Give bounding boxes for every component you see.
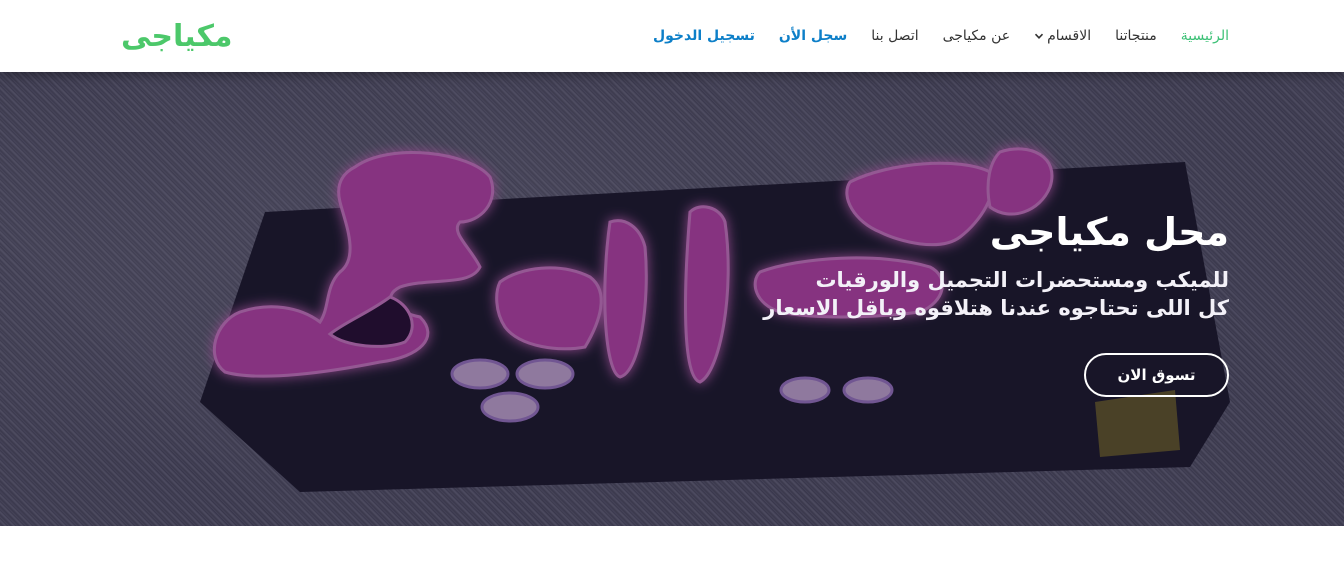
nav-item-login[interactable]: تسجيل الدخول (653, 28, 755, 44)
shop-now-button[interactable]: تسوق الان (1084, 353, 1229, 397)
nav-item-register[interactable]: سجل الأن (779, 28, 847, 44)
hero-subtitle-line1: للميكب ومستحضرات التجميل والورقيات (815, 268, 1229, 292)
nav-item-contact[interactable]: اتصل بنا (871, 28, 918, 44)
nav-item-products[interactable]: منتجاتنا (1115, 28, 1157, 44)
nav-item-about[interactable]: عن مكياجى (943, 28, 1011, 44)
hero-subtitle-line2: كل اللى تحتاجوه عندنا هتلاقوه وباقل الاس… (763, 296, 1229, 320)
nav-item-categories[interactable]: الاقسام (1034, 28, 1091, 44)
top-navbar: الرئيسية منتجاتنا الاقسام عن مكياجى اتصل… (0, 0, 1344, 72)
hero-text-block: محل مكياجى للميكب ومستحضرات التجميل والو… (669, 208, 1229, 322)
nav-item-home[interactable]: الرئيسية (1181, 28, 1229, 44)
nav-item-categories-label: الاقسام (1047, 28, 1092, 44)
nav-menu: الرئيسية منتجاتنا الاقسام عن مكياجى اتصل… (653, 0, 1229, 72)
chevron-down-icon (1034, 31, 1044, 41)
hero-title: محل مكياجى (989, 210, 1229, 254)
hero-banner: محل مكياجى للميكب ومستحضرات التجميل والو… (0, 72, 1344, 526)
brand-logo[interactable]: مكياجى (121, 0, 233, 72)
